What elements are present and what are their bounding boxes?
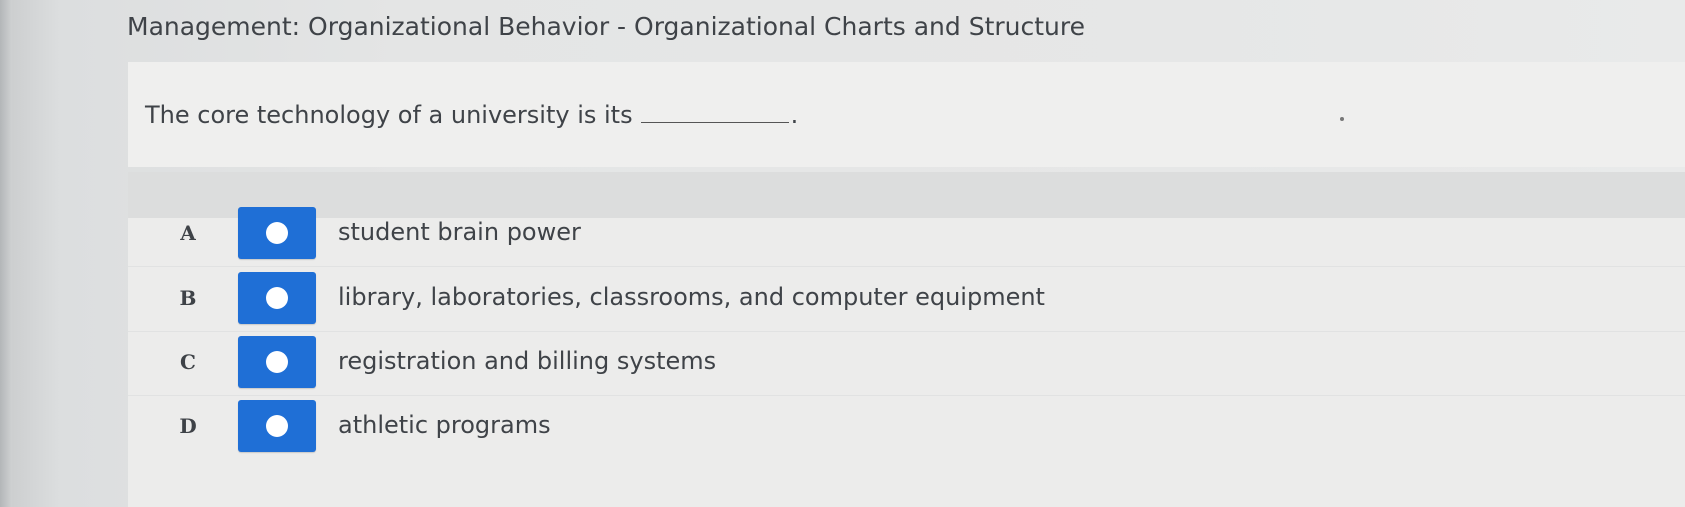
answer-text: library, laboratories, classrooms, and c… bbox=[338, 283, 1045, 311]
radio-dot-icon bbox=[266, 351, 288, 373]
answer-text: athletic programs bbox=[338, 411, 551, 439]
radio-dot-icon bbox=[266, 222, 288, 244]
answer-text: registration and billing systems bbox=[338, 347, 717, 375]
question-prompt: The core technology of a university is i… bbox=[145, 101, 633, 129]
answer-letter: C bbox=[180, 350, 196, 374]
screen-bezel bbox=[0, 0, 12, 507]
question-text: The core technology of a university is i… bbox=[145, 101, 798, 129]
radio-button-d[interactable] bbox=[238, 400, 316, 452]
question-period: . bbox=[790, 101, 799, 129]
radio-button-a[interactable] bbox=[238, 207, 316, 259]
row-divider bbox=[128, 266, 1685, 267]
answer-blank bbox=[640, 122, 789, 123]
answer-letter: A bbox=[180, 221, 196, 245]
radio-dot-icon bbox=[266, 287, 288, 309]
page-title: Management: Organizational Behavior - Or… bbox=[127, 12, 1086, 41]
answer-option-d[interactable]: D athletic programs bbox=[128, 396, 1685, 460]
answer-letter: B bbox=[179, 286, 197, 310]
stray-dot bbox=[1340, 117, 1344, 121]
radio-button-b[interactable] bbox=[238, 272, 316, 324]
answer-option-a[interactable]: A student brain power bbox=[128, 203, 1685, 267]
answer-option-c[interactable]: C registration and billing systems bbox=[128, 332, 1685, 396]
radio-button-c[interactable] bbox=[238, 336, 316, 388]
answer-text: student brain power bbox=[338, 218, 581, 246]
answer-option-b[interactable]: B library, laboratories, classrooms, and… bbox=[128, 268, 1685, 332]
answer-letter: D bbox=[179, 414, 197, 438]
radio-dot-icon bbox=[266, 415, 288, 437]
